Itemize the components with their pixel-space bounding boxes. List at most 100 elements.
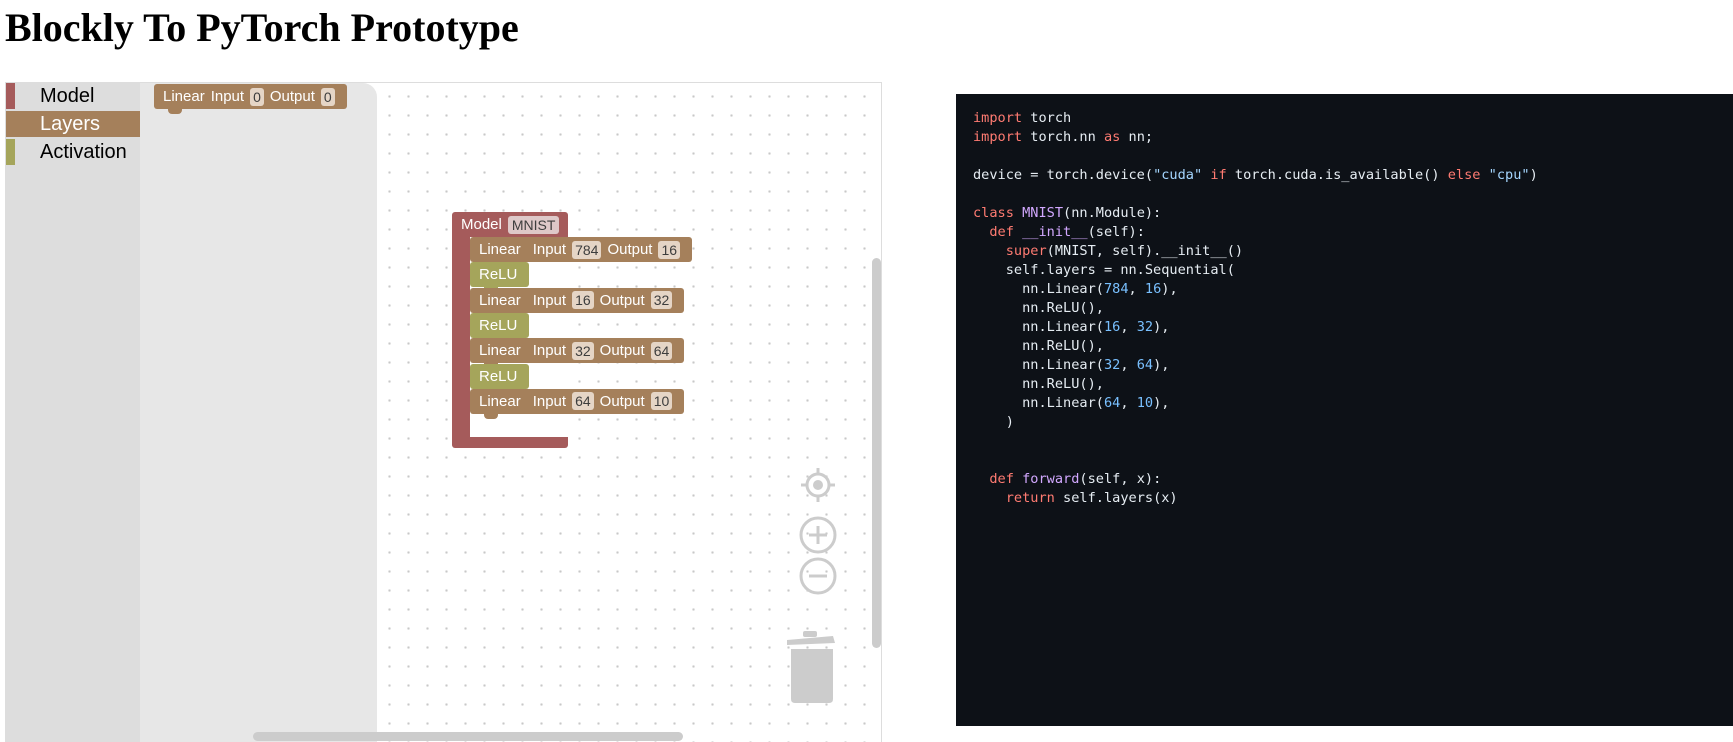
linear-layer-block[interactable]: Linear Input 32 Output 64 [470,338,685,369]
input-field[interactable]: 64 [572,392,594,411]
code-token: torch.nn [1022,129,1104,145]
code-token: torch [1022,110,1072,126]
code-token: ) [973,414,1014,430]
input-field[interactable]: 784 [572,240,602,259]
code-token: ), [1153,319,1170,335]
output-label: Output [599,392,645,410]
code-token: ), [1161,281,1178,297]
output-field[interactable]: 64 [650,341,673,360]
code-token: 32 [1136,319,1154,335]
input-field[interactable]: 16 [572,291,594,310]
code-token: , [1120,357,1137,373]
code-token: (self): [1087,224,1145,240]
generated-code-panel: import torch import torch.nn as nn; device… [956,94,1733,726]
code-token: if [1210,167,1227,183]
output-field[interactable]: 10 [650,392,673,411]
code-line: nn.ReLU(), [973,299,1716,318]
code-token: 64 [1136,357,1154,373]
toolbox-category-activation[interactable]: Activation [6,139,140,165]
block-label: ReLU [479,367,518,385]
output-label: Output [607,241,653,258]
zoom-in-icon[interactable] [799,516,837,554]
code-token: nn.ReLU(), [973,376,1104,392]
code-token: super [1005,243,1047,259]
output-field[interactable]: 32 [650,291,673,310]
zoom-out-icon[interactable] [799,557,837,595]
block-label: Linear [479,392,521,410]
input-field[interactable]: 0 [250,87,264,106]
blockly-editor[interactable]: Model Layers Activation Linear Input 0 O… [5,82,882,742]
block-label: ReLU [479,266,518,284]
code-line: nn.Linear(32, 64), [973,356,1716,375]
code-token: 16 [1144,281,1162,297]
code-token: nn.Linear( [973,319,1104,335]
code-line: import torch [973,109,1716,128]
toolbox-flyout: Linear Input 0 Output 0 [140,83,377,742]
code-token: ), [1153,357,1170,373]
linear-layer-block[interactable]: Linear Input 16 Output 32 [470,287,685,318]
code-token: device = torch.device( [973,167,1154,183]
block-label: Linear [479,291,521,309]
block-notch [484,412,498,419]
block-notch [168,108,182,114]
output-label: Output [599,291,645,309]
code-token: 64 [1103,395,1121,411]
code-token: return [1005,490,1055,506]
relu-layer-block[interactable]: ReLU [470,312,530,343]
code-token: __init__ [1022,224,1088,240]
code-token: nn.Linear( [973,395,1104,411]
code-token: forward [1022,471,1080,487]
model-name-field[interactable]: MNIST [507,215,560,234]
input-field[interactable]: 32 [572,341,594,360]
code-line: def __init__(self): [973,223,1716,242]
code-token: , [1120,319,1137,335]
code-token: 10 [1136,395,1154,411]
category-label: Activation [40,141,127,163]
code-token: 32 [1103,357,1121,373]
code-token: as [1103,129,1121,145]
code-token: 784 [1103,281,1129,297]
code-token: torch.cuda.is_available() [1226,167,1448,183]
relu-layer-block[interactable]: ReLU [470,262,530,293]
output-field[interactable]: 16 [658,240,681,259]
flyout-linear-block[interactable]: Linear Input 0 Output 0 [154,84,347,114]
workspace-vertical-scrollbar[interactable] [872,258,881,648]
code-token: class [973,205,1014,221]
code-line: super(MNIST, self).__init__() [973,242,1716,261]
code-token: nn.ReLU(), [973,300,1104,316]
block-label: ReLU [479,316,518,334]
category-color-bar [6,139,15,165]
toolbox-category-model[interactable]: Model [6,83,140,109]
code-line: nn.Linear(16, 32), [973,318,1716,337]
code-token: import [973,110,1023,126]
code-token: (MNIST, self).__init__() [1046,243,1244,259]
trash-icon[interactable] [783,629,839,705]
code-token: nn.Linear( [973,357,1104,373]
workspace-horizontal-scrollbar[interactable] [253,732,683,741]
linear-layer-block[interactable]: Linear Input 64 Output 10 [470,388,685,419]
category-label: Model [40,85,95,107]
code-line: return self.layers(x) [973,489,1716,508]
toolbox-category-layers[interactable]: Layers [6,111,140,137]
code-line: nn.ReLU(), [973,337,1716,356]
block-label: Linear [479,241,521,258]
code-token: else [1447,167,1481,183]
workspace[interactable]: Model MNIST Linear Input 784 Output 16 ReLU Li… [377,83,881,742]
code-line: nn.Linear(784, 16), [973,280,1716,299]
output-field[interactable]: 0 [320,87,335,106]
relu-layer-block[interactable]: ReLU [470,363,530,394]
block-label: Linear [163,88,205,105]
recenter-icon[interactable] [799,466,837,504]
code-token: (self, x): [1079,471,1162,487]
code-token: nn.Linear( [973,281,1104,297]
linear-layer-block[interactable]: Linear Input 784 Output 16 [470,237,693,267]
code-token: self.layers = nn.Sequential( [973,262,1235,278]
